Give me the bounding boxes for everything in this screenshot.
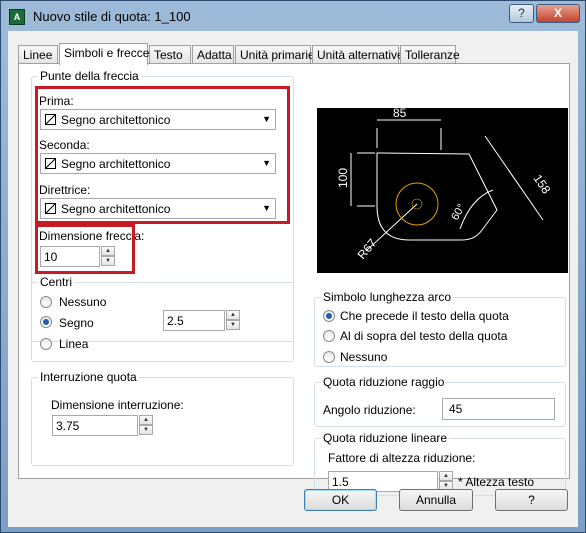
- tab-testo[interactable]: Testo: [149, 45, 191, 64]
- tab-adatta[interactable]: Adatta: [192, 45, 234, 64]
- jog-height-factor-value: 1.5: [332, 475, 349, 489]
- preview-label-85: 85: [393, 108, 407, 120]
- center-mark-label: Segno: [59, 316, 94, 330]
- break-size-label: Dimensione interruzione:: [51, 398, 184, 412]
- linear-jog-group: Quota riduzione lineare Fattore di altez…: [314, 431, 566, 496]
- centers-group-title: Centri: [38, 275, 75, 289]
- tab-unita-primarie[interactable]: Unità primarie: [235, 45, 315, 64]
- spin-up-icon[interactable]: ▲: [439, 471, 453, 481]
- autocad-app-icon: A: [9, 9, 25, 25]
- center-size-input[interactable]: 2.5 ▲ ▼: [163, 310, 240, 331]
- spin-up-icon[interactable]: ▲: [226, 310, 240, 320]
- arrowheads-group-title: Punte della freccia: [38, 69, 141, 83]
- dialog-client: Linee Simboli e frecce Testo Adatta Unit…: [8, 31, 578, 527]
- radius-jog-group-title: Quota riduzione raggio: [321, 375, 447, 389]
- break-size-input[interactable]: 3.75 ▲ ▼: [52, 415, 153, 436]
- ok-button[interactable]: OK: [304, 489, 377, 511]
- arc-before-radio[interactable]: [323, 310, 335, 322]
- preview-panel: 85 100 158 60° R67: [317, 106, 568, 273]
- center-none-label: Nessuno: [59, 295, 107, 309]
- center-line-label: Linea: [59, 337, 89, 351]
- dialog-window: A Nuovo stile di quota: 1_100 ? X Linee …: [0, 0, 586, 533]
- highlight-box-arrowheads: [35, 86, 290, 224]
- tab-page-simboli-e-frecce: Punte della freccia Prima: Segno archite…: [18, 63, 570, 496]
- preview-label-100: 100: [336, 168, 350, 188]
- arc-above-radio[interactable]: [323, 330, 335, 342]
- tab-unita-alternative[interactable]: Unità alternative: [312, 45, 404, 64]
- jog-height-factor-label: Fattore di altezza riduzione:: [328, 451, 476, 465]
- arc-none-label: Nessuno: [340, 350, 388, 364]
- arc-symbol-group: Simbolo lunghezza arco Che precede il te…: [314, 290, 566, 367]
- arc-above-label: Al di sopra del testo della quota: [340, 329, 508, 343]
- center-size-value: 2.5: [167, 314, 184, 328]
- linear-jog-group-title: Quota riduzione lineare: [321, 431, 450, 445]
- spin-down-icon[interactable]: ▼: [139, 425, 153, 435]
- window-title: Nuovo stile di quota: 1_100: [33, 9, 191, 24]
- arc-before-label: Che precede il testo della quota: [340, 309, 509, 323]
- jog-angle-input[interactable]: 45: [442, 398, 555, 420]
- spin-down-icon[interactable]: ▼: [226, 320, 240, 330]
- center-none-radio[interactable]: [40, 296, 52, 308]
- tab-linee[interactable]: Linee: [18, 45, 58, 64]
- arc-symbol-group-title: Simbolo lunghezza arco: [321, 290, 454, 304]
- jog-angle-label: Angolo riduzione:: [323, 403, 416, 417]
- dim-break-group-title: Interruzione quota: [38, 370, 139, 384]
- tab-simboli-e-frecce[interactable]: Simboli e frecce: [59, 43, 149, 65]
- cancel-button[interactable]: Annulla: [399, 489, 473, 511]
- center-mark-radio[interactable]: [40, 316, 52, 328]
- preview-label-r67: R67: [355, 236, 380, 262]
- arc-none-radio[interactable]: [323, 351, 335, 363]
- tab-tolleranze[interactable]: Tolleranze: [400, 45, 460, 64]
- highlight-box-arrow-size: [35, 224, 135, 274]
- break-size-value: 3.75: [56, 419, 80, 433]
- title-help-button[interactable]: ?: [509, 4, 534, 23]
- radius-jog-group: Quota riduzione raggio Angolo riduzione:…: [314, 375, 566, 427]
- jog-height-suffix: * Altezza testo: [458, 475, 535, 489]
- spin-up-icon[interactable]: ▲: [139, 415, 153, 425]
- preview-label-60: 60°: [449, 202, 468, 222]
- close-window-button[interactable]: X: [536, 4, 580, 23]
- center-line-radio[interactable]: [40, 338, 52, 350]
- dim-break-group: Interruzione quota Dimensione interruzio…: [31, 370, 294, 466]
- title-bar: A Nuovo stile di quota: 1_100 ? X: [1, 1, 585, 31]
- preview-drawing: 85 100 158 60° R67: [336, 106, 554, 262]
- help-button[interactable]: ?: [495, 489, 568, 511]
- centers-group: Centri Nessuno Segno Linea 2.5 ▲ ▼: [31, 275, 294, 362]
- preview-label-158: 158: [531, 172, 554, 197]
